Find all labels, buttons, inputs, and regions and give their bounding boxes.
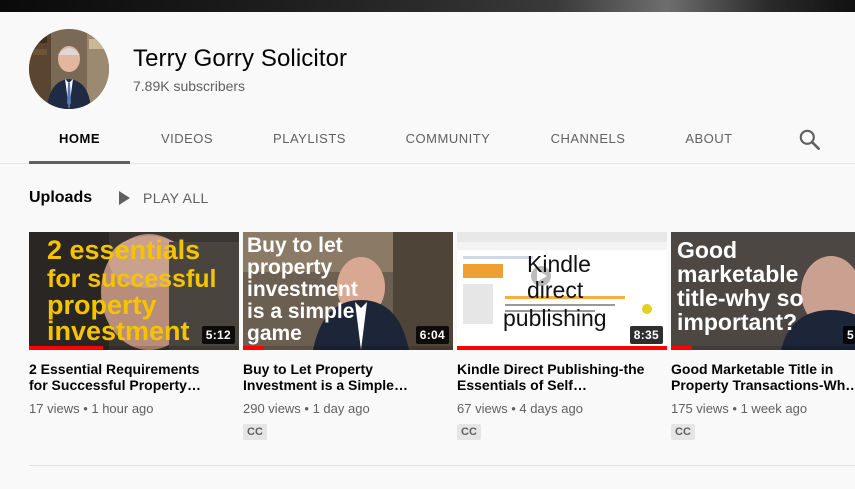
cc-badge: CC — [671, 424, 695, 440]
channel-banner — [0, 0, 855, 12]
thumb-line: Kindle — [527, 251, 591, 277]
video-title[interactable]: Good Marketable Title in Property Transa… — [671, 361, 855, 393]
thumb-line: Good — [677, 237, 737, 263]
upload-age: 4 days ago — [519, 401, 583, 416]
video-thumbnail[interactable]: Good marketable title-why so important? … — [671, 232, 855, 350]
channel-avatar[interactable] — [29, 29, 109, 109]
play-icon — [119, 191, 130, 205]
channel-header: Terry Gorry Solicitor 7.89K subscribers … — [0, 12, 855, 164]
progress-track — [671, 346, 855, 350]
video-meta: 290 views • 1 day ago — [243, 401, 370, 416]
view-count: 175 views — [671, 401, 729, 416]
video-card[interactable]: 2 essentials for successful property inv… — [29, 232, 239, 416]
channel-title: Terry Gorry Solicitor — [133, 45, 348, 72]
thumb-line: important? — [677, 309, 797, 335]
view-count: 17 views — [29, 401, 80, 416]
section-title[interactable]: Uploads — [29, 189, 92, 207]
tab-home[interactable]: HOME — [29, 116, 130, 164]
tab-channels[interactable]: CHANNELS — [541, 116, 635, 162]
video-duration: 5:12 — [201, 326, 235, 344]
video-duration: 5 — [843, 326, 855, 344]
video-card[interactable]: Kindle direct publishing 8:35 Kindle Dir… — [457, 232, 667, 440]
watch-progress — [671, 346, 692, 350]
upload-age: 1 day ago — [312, 401, 370, 416]
video-meta: 175 views • 1 week ago — [671, 401, 808, 416]
video-meta: 67 views • 4 days ago — [457, 401, 583, 416]
thumb-line: game — [247, 322, 302, 345]
section-divider — [29, 465, 855, 466]
upload-age: 1 hour ago — [91, 401, 154, 416]
video-duration: 8:35 — [629, 326, 663, 344]
thumb-line: title-why so — [677, 285, 804, 311]
watch-progress — [457, 346, 667, 350]
thumb-line: Buy to let — [247, 234, 343, 257]
cc-badge: CC — [243, 424, 267, 440]
channel-tabs: HOME VIDEOS PLAYLISTS COMMUNITY CHANNELS… — [0, 116, 855, 164]
play-all-button[interactable]: PLAY ALL — [116, 187, 209, 209]
thumb-line: direct — [527, 277, 584, 303]
watch-progress — [29, 346, 103, 350]
subscriber-count: 7.89K subscribers — [133, 78, 246, 94]
thumb-line: investment — [247, 278, 358, 301]
thumb-line: 2 essentials — [47, 235, 200, 265]
tab-about[interactable]: ABOUT — [676, 116, 742, 162]
view-count: 67 views — [457, 401, 508, 416]
video-thumbnail[interactable]: 2 essentials for successful property inv… — [29, 232, 239, 350]
video-thumbnail[interactable]: Buy to let property investment is a simp… — [243, 232, 453, 350]
search-icon[interactable] — [797, 127, 823, 153]
thumb-line: marketable — [677, 261, 798, 287]
video-card[interactable]: Good marketable title-why so important? … — [671, 232, 855, 440]
thumb-line: publishing — [503, 305, 607, 331]
thumb-line: for successful — [47, 265, 217, 293]
play-all-label: PLAY ALL — [143, 190, 209, 206]
video-duration: 6:04 — [415, 326, 449, 344]
watch-progress — [243, 346, 264, 350]
video-title[interactable]: Kindle Direct Publishing-the Essentials … — [457, 361, 647, 393]
video-card[interactable]: Buy to let property investment is a simp… — [243, 232, 453, 440]
thumb-line: investment — [47, 316, 190, 346]
home-content: Uploads PLAY ALL 2 essentials for succes… — [0, 165, 855, 489]
view-count: 290 views — [243, 401, 301, 416]
video-meta: 17 views • 1 hour ago — [29, 401, 154, 416]
thumb-line: is a simple — [247, 300, 354, 323]
video-thumbnail[interactable]: Kindle direct publishing 8:35 — [457, 232, 667, 350]
tab-community[interactable]: COMMUNITY — [395, 116, 501, 162]
thumb-line: property — [247, 256, 333, 279]
video-title[interactable]: Buy to Let Property Investment is a Simp… — [243, 361, 433, 393]
progress-track — [243, 346, 453, 350]
tab-playlists[interactable]: PLAYLISTS — [262, 116, 357, 162]
tab-videos[interactable]: VIDEOS — [147, 116, 227, 162]
cc-badge: CC — [457, 424, 481, 440]
upload-age: 1 week ago — [740, 401, 808, 416]
video-title[interactable]: 2 Essential Requirements for Successful … — [29, 361, 219, 393]
